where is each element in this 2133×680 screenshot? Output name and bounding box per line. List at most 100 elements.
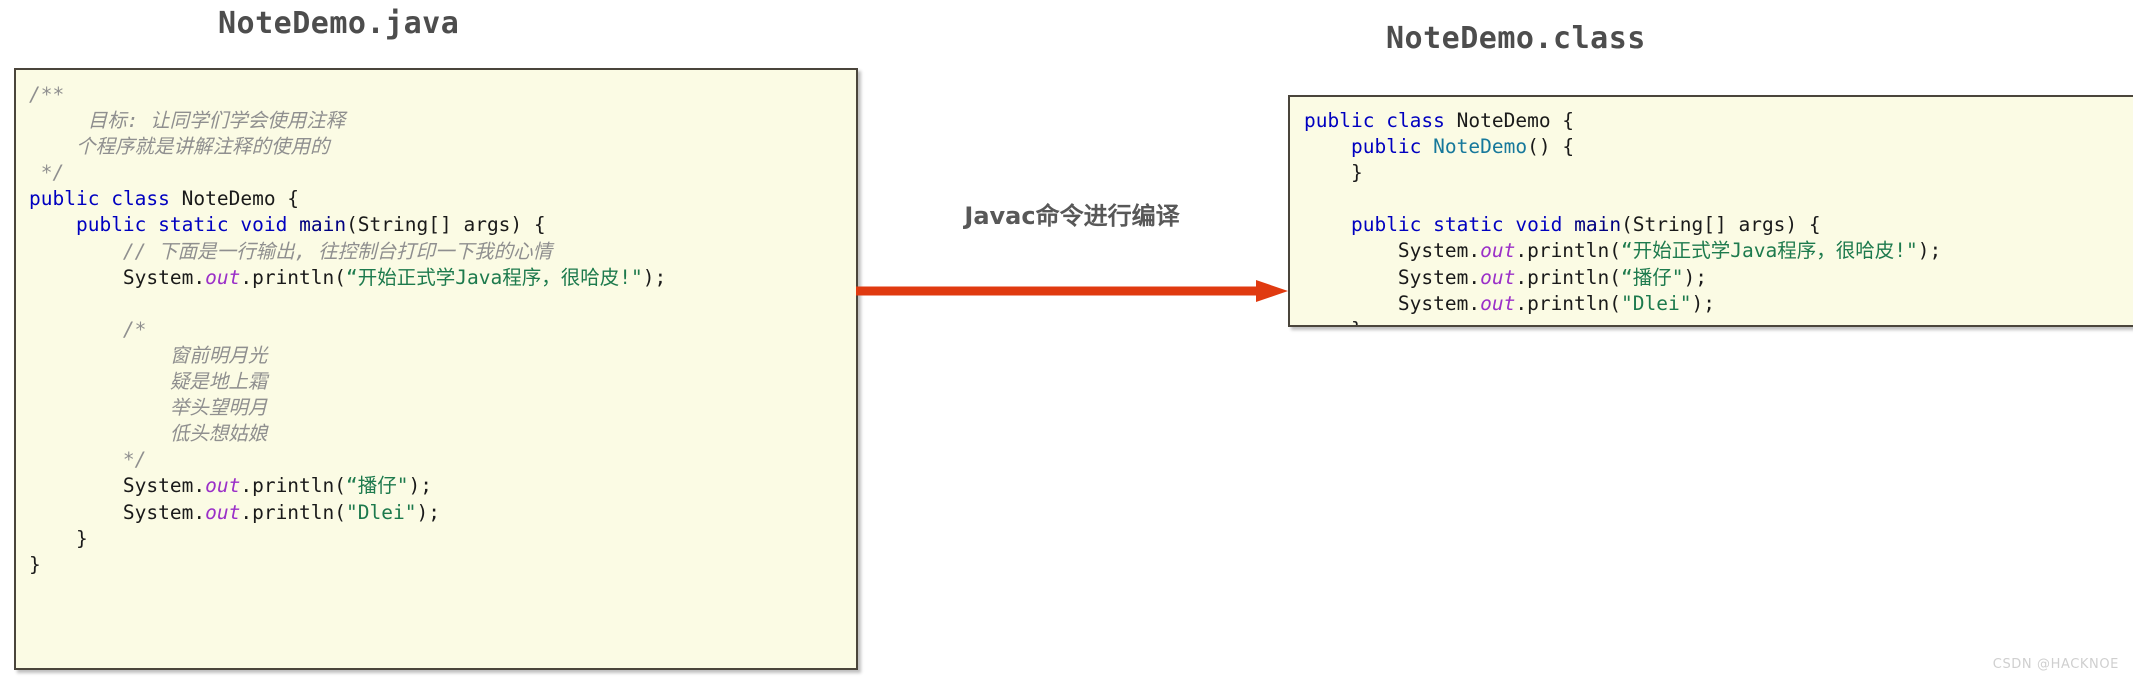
code-token: } (29, 552, 41, 576)
code-token: /** (29, 83, 65, 106)
code-line: System.out.println(“开始正式学Java程序，很哈皮!"); (29, 265, 856, 291)
source-code-panel: /** 目标: 让同学们学会使用注释 个程序就是讲解注释的使用的 */publi… (14, 68, 858, 670)
code-line: System.out.println(“播仔"); (29, 473, 856, 499)
watermark: CSDN @HACKNOE (1992, 657, 2119, 672)
code-token: “播仔" (346, 474, 409, 498)
compile-arrow-icon (856, 280, 1288, 302)
code-token: class (1386, 109, 1445, 132)
code-line: } (1304, 160, 2133, 186)
code-token: .println( (240, 474, 347, 498)
code-token: NoteDemo (1433, 135, 1528, 159)
code-token: out (1480, 291, 1516, 315)
page-title-class-file: NoteDemo.class (1386, 21, 1646, 56)
code-line: 个程序就是讲解注释的使用的 (29, 134, 856, 160)
code-line: } (29, 552, 856, 578)
code-token: public (1304, 109, 1375, 132)
code-token: */ (29, 448, 147, 472)
code-token: "Dlei" (346, 500, 417, 524)
code-token: ); (1683, 265, 1707, 289)
code-token: static (158, 213, 229, 237)
code-token: void (240, 213, 288, 237)
code-token: 目标: 让同学们学会使用注释 (29, 109, 346, 133)
code-token: } (1304, 318, 1363, 325)
code-token: System. (29, 474, 206, 498)
arrow-head (1256, 280, 1288, 302)
code-line: 举头望明月 (29, 395, 856, 421)
code-token: 窗前明月光 (29, 343, 268, 367)
source-code-listing: /** 目标: 让同学们学会使用注释 个程序就是讲解注释的使用的 */publi… (16, 70, 856, 578)
code-line: /* (29, 317, 856, 343)
code-line: public class NoteDemo { (1304, 108, 2133, 134)
code-token: ); (408, 474, 432, 498)
code-line: public static void main(String[] args) { (29, 212, 856, 238)
code-line: */ (29, 447, 856, 473)
code-token: out (1480, 265, 1516, 289)
code-token: System. (1304, 265, 1481, 289)
code-line: } (29, 526, 856, 552)
code-line: System.out.println("Dlei"); (29, 500, 856, 526)
code-token: } (1304, 161, 1363, 185)
page-title-java-file: NoteDemo.java (218, 6, 460, 41)
code-line: */ (29, 160, 856, 186)
code-token: System. (1304, 291, 1481, 315)
code-token: NoteDemo { (169, 187, 300, 211)
code-token: public (1350, 213, 1422, 237)
code-token: .println( (1515, 265, 1622, 289)
code-line: 低头想姑娘 (29, 421, 856, 447)
compile-arrow-label: Javac命令进行编译 (964, 202, 1180, 230)
code-token: out (205, 265, 241, 289)
code-token: public (1350, 135, 1422, 159)
code-line: 目标: 让同学们学会使用注释 (29, 108, 856, 134)
code-token: 低头想姑娘 (29, 422, 268, 446)
code-token: ); (1691, 291, 1715, 315)
code-token: class (111, 187, 170, 211)
code-line: 窗前明月光 (29, 343, 856, 369)
code-token: out (205, 500, 241, 524)
code-token: NoteDemo { (1444, 109, 1575, 132)
code-token: () { (1527, 135, 1575, 159)
code-token: "Dlei" (1621, 291, 1692, 315)
code-token: System. (1304, 239, 1481, 263)
code-line: public class NoteDemo { (29, 186, 856, 212)
code-line: 疑是地上霜 (29, 369, 856, 395)
code-line: public NoteDemo() { (1304, 134, 2133, 160)
compiled-code-panel: public class NoteDemo { public NoteDemo(… (1288, 95, 2133, 327)
code-token: out (1480, 239, 1516, 263)
code-token: out (205, 474, 241, 498)
code-token: System. (29, 265, 206, 289)
code-token: 个程序就是讲解注释的使用的 (29, 135, 330, 159)
compile-arrow-group: Javac命令进行编译 (856, 196, 1288, 306)
code-token: static (1433, 213, 1504, 237)
code-token: ); (1917, 239, 1942, 263)
code-token: main (299, 213, 347, 237)
compiled-code-listing: public class NoteDemo { public NoteDemo(… (1290, 97, 2133, 325)
code-token: ); (416, 500, 440, 524)
code-token: “播仔" (1621, 265, 1684, 289)
code-line: public static void main(String[] args) { (1304, 212, 2133, 238)
code-token: ); (642, 265, 667, 289)
code-token: .println( (240, 265, 347, 289)
code-token: public (75, 213, 147, 237)
code-line: System.out.println("Dlei"); (1304, 291, 2133, 317)
code-token: “开始正式学Java程序，很哈皮!" (346, 265, 643, 289)
code-token: “开始正式学Java程序，很哈皮!" (1621, 239, 1918, 263)
code-token: .println( (240, 500, 347, 524)
code-token: .println( (1515, 291, 1622, 315)
code-token: } (29, 526, 88, 550)
code-token: // 下面是一行输出, 往控制台打印一下我的心情 (29, 239, 553, 263)
code-token: System. (29, 500, 206, 524)
code-token: */ (29, 161, 65, 185)
